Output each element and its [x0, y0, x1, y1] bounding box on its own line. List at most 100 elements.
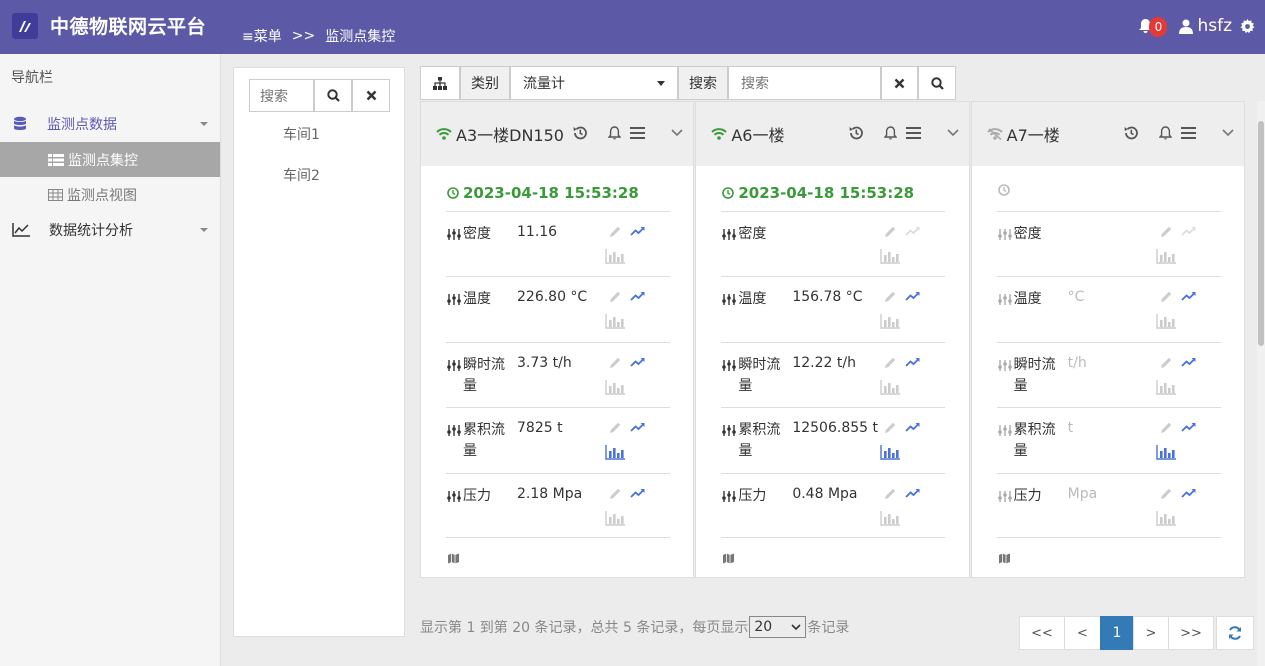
metric-actions: [608, 356, 646, 370]
next-page-button[interactable]: >: [1133, 616, 1169, 650]
trend-chart-icon[interactable]: [905, 421, 921, 433]
bar-chart-icon[interactable]: [1155, 510, 1176, 526]
page-size-select[interactable]: 20: [749, 616, 807, 638]
tree-clear-button[interactable]: [352, 79, 390, 112]
menu-icon[interactable]: [1180, 127, 1196, 139]
hierarchy-toggle-button[interactable]: [420, 66, 460, 100]
trend-chart-icon[interactable]: [1181, 356, 1197, 368]
brand[interactable]: 中德物联网云平台: [12, 12, 206, 39]
trend-chart-icon[interactable]: [1181, 225, 1197, 237]
metric-bar-chart: [1155, 314, 1176, 333]
trend-chart-icon[interactable]: [1181, 487, 1197, 499]
bar-chart-icon[interactable]: [1155, 314, 1176, 330]
close-icon: [366, 90, 376, 101]
pencil-icon[interactable]: [883, 421, 897, 435]
nav-item-monitor-control[interactable]: 监测点集控: [0, 142, 220, 177]
bar-chart-icon[interactable]: [880, 510, 901, 526]
refresh-button[interactable]: [1216, 616, 1254, 650]
trend-chart-icon[interactable]: [630, 225, 646, 237]
pencil-icon[interactable]: [608, 421, 622, 435]
card-title: A3一楼DN150: [456, 126, 564, 145]
bar-chart-icon[interactable]: [880, 445, 901, 460]
scrollbar-thumb[interactable]: [1258, 121, 1264, 346]
metric-actions: [1159, 421, 1197, 435]
pencil-icon[interactable]: [1159, 487, 1173, 501]
bar-chart-icon[interactable]: [1155, 379, 1176, 395]
menu-icon[interactable]: [905, 127, 921, 139]
metric-bar-chart: [605, 249, 625, 268]
user-menu[interactable]: hsfz: [1179, 16, 1232, 36]
bell-icon[interactable]: [1158, 125, 1172, 141]
search-input[interactable]: [728, 66, 881, 100]
bar-chart-icon[interactable]: [1155, 445, 1176, 460]
tree-search-button[interactable]: [314, 79, 352, 112]
nav-group-statistics[interactable]: 数据统计分析: [0, 212, 220, 248]
metric-row: 温度 226.80 °C: [446, 276, 670, 341]
clear-search-button[interactable]: [881, 66, 918, 100]
pencil-icon[interactable]: [608, 487, 622, 501]
trend-chart-icon[interactable]: [905, 356, 921, 368]
pencil-icon[interactable]: [1159, 421, 1173, 435]
refresh-icon: [1229, 626, 1241, 640]
pencil-icon[interactable]: [883, 487, 897, 501]
trend-chart-icon[interactable]: [905, 290, 921, 302]
pencil-icon[interactable]: [608, 225, 622, 239]
pencil-icon[interactable]: [883, 290, 897, 304]
card-map-link[interactable]: [448, 552, 459, 568]
prev-page-button[interactable]: <: [1064, 616, 1101, 650]
bar-chart-icon[interactable]: [1155, 249, 1176, 264]
card-map-link[interactable]: [723, 552, 735, 568]
metric-label: 压力: [1013, 487, 1042, 504]
page-1-button[interactable]: 1: [1100, 616, 1134, 650]
bar-chart-icon[interactable]: [605, 314, 625, 330]
card-map-link[interactable]: [998, 552, 1010, 568]
notifications-button[interactable]: 0: [1138, 17, 1168, 37]
gear-icon[interactable]: [1240, 18, 1255, 34]
chevron-down-icon[interactable]: [947, 129, 959, 137]
pencil-icon[interactable]: [883, 356, 897, 370]
tree-node[interactable]: 车间1: [283, 124, 320, 144]
map-icon: [448, 553, 459, 564]
bar-chart-icon[interactable]: [605, 249, 625, 264]
trend-chart-icon[interactable]: [905, 487, 921, 499]
bar-chart-icon[interactable]: [605, 510, 625, 526]
chevron-down-icon[interactable]: [671, 129, 683, 137]
trend-chart-icon[interactable]: [1181, 290, 1197, 302]
monitor-card: A7一楼 密度 温度 °C 瞬时流量 t/h 累积流量 t 压力 Mpa: [970, 101, 1245, 578]
last-page-button[interactable]: >>: [1168, 616, 1214, 650]
pencil-icon[interactable]: [1159, 225, 1173, 239]
chevron-down-icon[interactable]: [1222, 129, 1234, 137]
menu-icon[interactable]: [630, 127, 646, 139]
tree-search-input[interactable]: [249, 79, 314, 112]
history-icon[interactable]: [1123, 125, 1139, 141]
pencil-icon[interactable]: [1159, 356, 1173, 370]
bar-chart-icon[interactable]: [605, 445, 625, 460]
pencil-icon[interactable]: [883, 225, 897, 239]
trend-chart-icon[interactable]: [630, 290, 646, 302]
bar-chart-icon[interactable]: [605, 379, 625, 395]
bell-icon[interactable]: [883, 125, 897, 141]
metric-row: 温度 °C: [996, 276, 1221, 341]
search-button[interactable]: [918, 66, 956, 100]
menu-toggle[interactable]: ≡菜单: [242, 26, 282, 46]
trend-chart-icon[interactable]: [630, 487, 646, 499]
history-icon[interactable]: [848, 125, 864, 141]
nav-item-monitor-view[interactable]: 监测点视图: [0, 177, 220, 212]
bar-chart-icon[interactable]: [880, 249, 901, 264]
category-select[interactable]: 流量计: [510, 66, 678, 100]
history-icon[interactable]: [572, 125, 588, 141]
trend-chart-icon[interactable]: [905, 225, 921, 237]
bar-chart-icon[interactable]: [880, 314, 901, 330]
trend-chart-icon[interactable]: [630, 356, 646, 368]
vertical-scrollbar[interactable]: [1257, 101, 1265, 666]
bell-icon[interactable]: [608, 125, 622, 141]
pencil-icon[interactable]: [608, 356, 622, 370]
nav-group-monitor-data[interactable]: 监测点数据: [0, 106, 220, 142]
pencil-icon[interactable]: [1159, 290, 1173, 304]
bar-chart-icon[interactable]: [880, 379, 901, 395]
first-page-button[interactable]: <<: [1019, 616, 1065, 650]
trend-chart-icon[interactable]: [630, 421, 646, 433]
pencil-icon[interactable]: [608, 290, 622, 304]
tree-node[interactable]: 车间2: [283, 165, 320, 185]
trend-chart-icon[interactable]: [1181, 421, 1197, 433]
